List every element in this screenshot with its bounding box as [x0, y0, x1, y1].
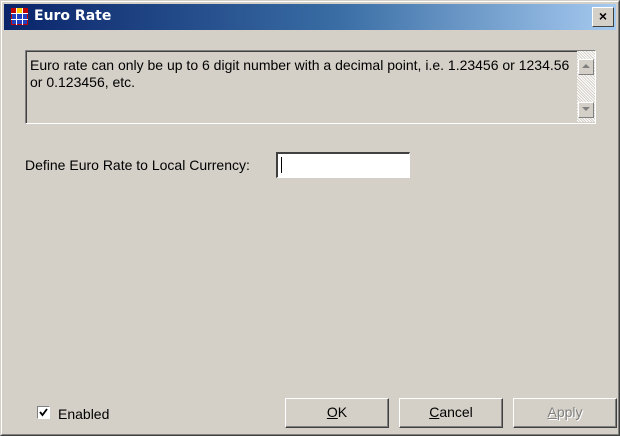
euro-rate-dialog: Euro Rate × Euro rate can only be up to …	[0, 0, 620, 436]
rate-label: Define Euro Rate to Local Currency:	[25, 157, 250, 173]
arrow-down-icon	[582, 107, 590, 111]
close-icon: ×	[598, 8, 608, 24]
ok-mnemonic: O	[326, 404, 338, 420]
cancel-label: ancel	[439, 404, 473, 420]
apply-button[interactable]: Apply	[513, 398, 617, 428]
ok-button[interactable]: OK	[285, 398, 389, 428]
vertical-scrollbar[interactable]	[577, 51, 595, 122]
arrow-up-icon	[582, 64, 590, 68]
window-title: Euro Rate	[34, 8, 112, 24]
scroll-up-button[interactable]	[578, 59, 594, 75]
euro-rate-input[interactable]	[276, 152, 410, 178]
enabled-checkbox[interactable]	[37, 406, 50, 419]
text-caret	[281, 157, 282, 173]
checkmark-icon	[39, 408, 48, 417]
cancel-mnemonic: C	[429, 404, 440, 420]
cancel-button[interactable]: Cancel	[399, 398, 503, 428]
info-textbox[interactable]: Euro rate can only be up to 6 digit numb…	[25, 50, 596, 124]
info-text: Euro rate can only be up to 6 digit numb…	[30, 57, 570, 90]
grid-app-icon	[11, 8, 28, 25]
ok-label: K	[337, 404, 348, 420]
scroll-track[interactable]	[578, 75, 594, 102]
title-bar[interactable]: Euro Rate ×	[4, 4, 616, 30]
scroll-down-button[interactable]	[578, 102, 594, 118]
close-button[interactable]: ×	[592, 7, 614, 27]
apply-label: pply	[556, 404, 583, 420]
enabled-label[interactable]: Enabled	[58, 406, 109, 422]
apply-mnemonic: A	[547, 404, 557, 420]
